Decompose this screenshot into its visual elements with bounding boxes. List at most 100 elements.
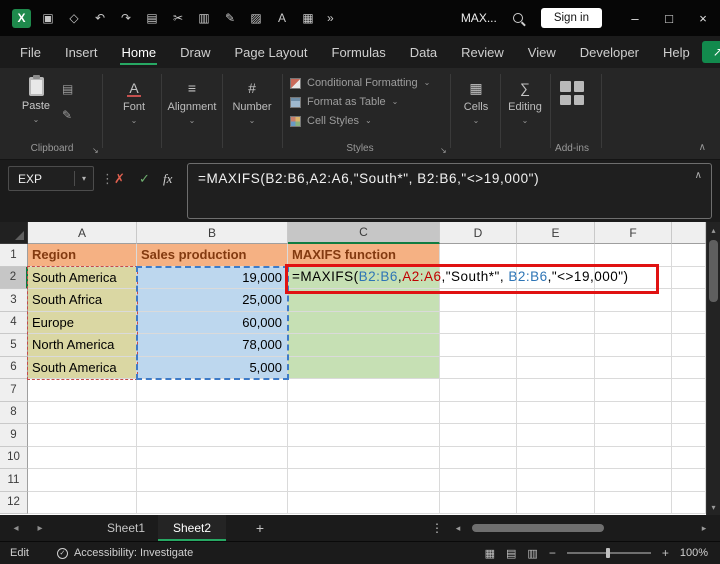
cell-a3[interactable]: South Africa xyxy=(28,289,137,312)
col-header-partial[interactable] xyxy=(672,222,706,244)
enter-icon[interactable]: ✓ xyxy=(139,171,150,187)
cell-d10[interactable] xyxy=(440,447,517,470)
tab-file[interactable]: File xyxy=(8,36,53,68)
page-layout-view-icon[interactable]: ▤ xyxy=(506,547,516,560)
cell-d5[interactable] xyxy=(440,334,517,357)
tab-home[interactable]: Home xyxy=(109,36,168,68)
cell-g12[interactable] xyxy=(672,492,706,515)
col-header-c[interactable]: C xyxy=(288,222,440,244)
scroll-right-icon[interactable]: ▸ xyxy=(696,515,712,541)
font-group-button[interactable]: A Font ⌄ xyxy=(108,79,160,125)
cell-e6[interactable] xyxy=(517,357,595,380)
format-as-table-button[interactable]: Format as Table ⌄ xyxy=(290,96,430,108)
excel-logo-icon[interactable]: X xyxy=(12,9,31,28)
scroll-down-icon[interactable]: ▾ xyxy=(707,499,720,515)
styles-dialog-launcher-icon[interactable]: ↘ xyxy=(440,146,447,155)
borders-icon[interactable]: ▦ xyxy=(301,11,315,25)
font-color-icon[interactable]: A xyxy=(275,11,289,25)
format-painter-icon[interactable]: ✎ xyxy=(223,11,237,25)
cell-c4[interactable] xyxy=(288,312,440,335)
cancel-icon[interactable]: ✗ xyxy=(114,171,125,187)
cell-f8[interactable] xyxy=(595,402,672,425)
row-header-11[interactable]: 11 xyxy=(0,469,28,492)
redo-icon[interactable]: ↷ xyxy=(119,11,133,25)
cell-a2[interactable]: South America xyxy=(28,267,137,290)
cell-d9[interactable] xyxy=(440,424,517,447)
cell-a7[interactable] xyxy=(28,379,137,402)
tab-formulas[interactable]: Formulas xyxy=(320,36,398,68)
cell-c1[interactable]: MAXIFS function xyxy=(288,244,440,267)
cell-b6[interactable]: 5,000 xyxy=(137,357,288,380)
name-box-chevron-down-icon[interactable]: ▾ xyxy=(75,174,93,183)
page-break-view-icon[interactable]: ▥ xyxy=(527,547,537,560)
number-group-button[interactable]: # Number ⌄ xyxy=(224,79,280,125)
cell-e11[interactable] xyxy=(517,469,595,492)
cell-a4[interactable]: Europe xyxy=(28,312,137,335)
paste-dropdown-icon[interactable]: ⌄ xyxy=(33,116,40,124)
cell-c5[interactable] xyxy=(288,334,440,357)
formula-input[interactable]: =MAXIFS(B2:B6,A2:A6,"South*", B2:B6,"<>1… xyxy=(187,163,712,219)
cell-g3[interactable] xyxy=(672,289,706,312)
cell-g8[interactable] xyxy=(672,402,706,425)
cell-d7[interactable] xyxy=(440,379,517,402)
share-button[interactable]: ↗ Share xyxy=(702,41,720,63)
cells-group-button[interactable]: ▦ Cells ⌄ xyxy=(453,79,499,125)
sign-in-button[interactable]: Sign in xyxy=(541,8,602,28)
cell-e10[interactable] xyxy=(517,447,595,470)
cell-g7[interactable] xyxy=(672,379,706,402)
cell-d8[interactable] xyxy=(440,402,517,425)
tab-help[interactable]: Help xyxy=(651,36,702,68)
cell-b11[interactable] xyxy=(137,469,288,492)
zoom-out-icon[interactable]: − xyxy=(549,546,556,560)
cut-icon[interactable]: ✂ xyxy=(171,11,185,25)
vertical-scrollbar-thumb[interactable] xyxy=(709,240,718,302)
cell-g9[interactable] xyxy=(672,424,706,447)
zoom-slider[interactable] xyxy=(567,552,651,554)
cell-e1[interactable] xyxy=(517,244,595,267)
row-header-5[interactable]: 5 xyxy=(0,334,28,357)
cell-f5[interactable] xyxy=(595,334,672,357)
col-header-f[interactable]: F xyxy=(595,222,672,244)
cell-a5[interactable]: North America xyxy=(28,334,137,357)
alignment-group-button[interactable]: ≡ Alignment ⌄ xyxy=(163,79,221,125)
cell-c3[interactable] xyxy=(288,289,440,312)
cell-styles-button[interactable]: Cell Styles ⌄ xyxy=(290,115,430,127)
sheet-nav-left-icon[interactable]: ◂ xyxy=(4,515,28,541)
qat-overflow-icon[interactable]: » xyxy=(327,11,334,25)
collapse-formula-bar-icon[interactable]: ∧ xyxy=(695,170,702,181)
maximize-button[interactable]: □ xyxy=(652,0,686,36)
cell-g2[interactable] xyxy=(672,267,706,290)
cell-d1[interactable] xyxy=(440,244,517,267)
row-header-3[interactable]: 3 xyxy=(0,289,28,312)
row-header-7[interactable]: 7 xyxy=(0,379,28,402)
horizontal-scrollbar-thumb[interactable] xyxy=(472,524,604,532)
cell-a8[interactable] xyxy=(28,402,137,425)
col-header-e[interactable]: E xyxy=(517,222,595,244)
row-header-12[interactable]: 12 xyxy=(0,492,28,515)
search-icon[interactable] xyxy=(513,13,523,23)
scroll-up-icon[interactable]: ▴ xyxy=(707,222,720,238)
cell-g11[interactable] xyxy=(672,469,706,492)
row-header-2[interactable]: 2 xyxy=(0,267,28,290)
cell-c8[interactable] xyxy=(288,402,440,425)
cell-b8[interactable] xyxy=(137,402,288,425)
paste-button[interactable]: Paste ⌄ xyxy=(15,77,57,124)
zoom-in-icon[interactable]: + xyxy=(662,546,669,560)
cell-g1[interactable] xyxy=(672,244,706,267)
collapse-ribbon-icon[interactable]: ∧ xyxy=(699,142,706,153)
sheet-tab-sheet1[interactable]: Sheet1 xyxy=(92,515,160,541)
row-header-4[interactable]: 4 xyxy=(0,312,28,335)
normal-view-icon[interactable]: ▦ xyxy=(485,547,495,560)
cell-c10[interactable] xyxy=(288,447,440,470)
tab-view[interactable]: View xyxy=(516,36,568,68)
cell-e12[interactable] xyxy=(517,492,595,515)
fill-color-icon[interactable]: ▨ xyxy=(249,11,263,25)
cell-b7[interactable] xyxy=(137,379,288,402)
cell-b3[interactable]: 25,000 xyxy=(137,289,288,312)
cell-f3[interactable] xyxy=(595,289,672,312)
row-header-8[interactable]: 8 xyxy=(0,402,28,425)
cell-e8[interactable] xyxy=(517,402,595,425)
cell-f10[interactable] xyxy=(595,447,672,470)
name-box[interactable]: EXP ▾ xyxy=(8,166,94,191)
cell-c12[interactable] xyxy=(288,492,440,515)
